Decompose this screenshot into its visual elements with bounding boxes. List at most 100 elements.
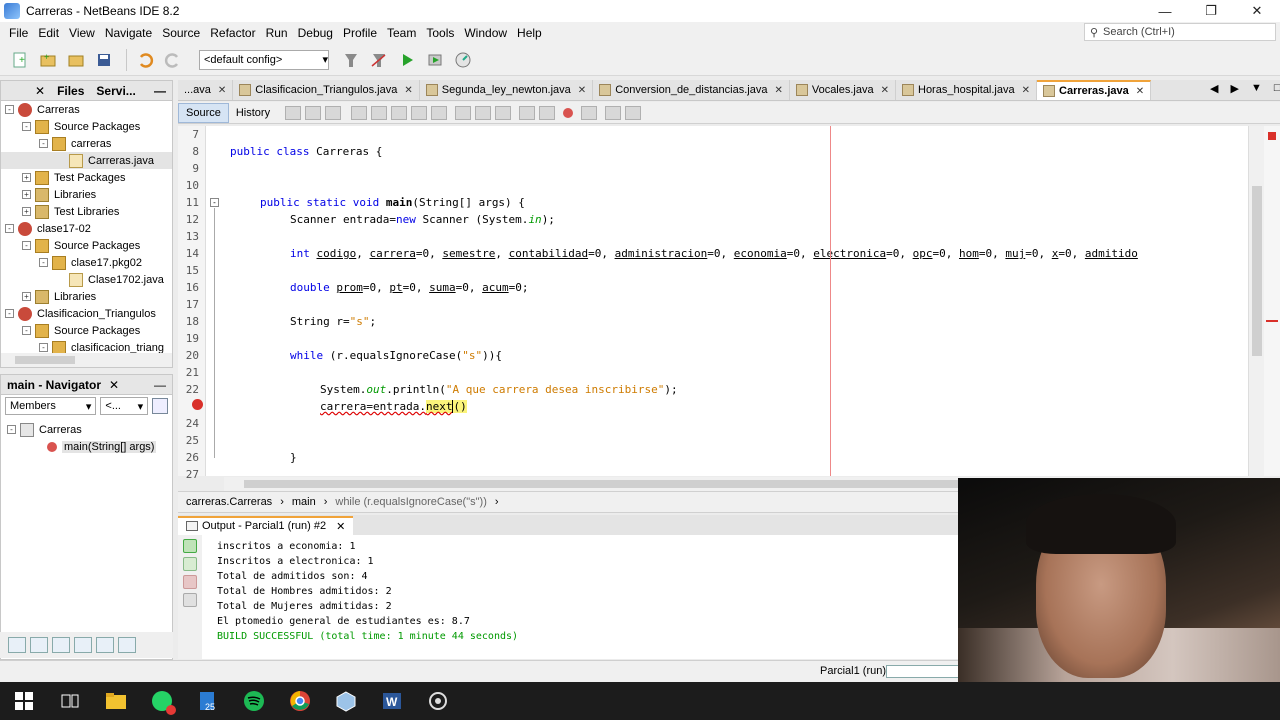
- editor-vertical-scrollbar[interactable]: [1248, 126, 1264, 476]
- redo-icon[interactable]: [161, 48, 185, 72]
- menu-view[interactable]: View: [64, 26, 100, 40]
- filter-static-icon[interactable]: [30, 637, 48, 653]
- filter-inherited-icon[interactable]: [74, 637, 92, 653]
- close-output-icon[interactable]: ✕: [336, 520, 345, 533]
- collapse-icon[interactable]: -: [39, 139, 48, 148]
- navigator-row-method[interactable]: main(String[] args): [1, 438, 172, 455]
- error-badge-icon[interactable]: [192, 399, 203, 410]
- close-tab-icon[interactable]: ✕: [881, 85, 889, 96]
- whatsapp-icon[interactable]: [146, 685, 178, 717]
- netbeans-taskbar-icon[interactable]: [330, 685, 362, 717]
- tab-files[interactable]: Files: [51, 84, 90, 98]
- breadcrumb-method[interactable]: main: [292, 496, 316, 508]
- breadcrumb-class[interactable]: carreras.Carreras: [186, 496, 272, 508]
- menu-edit[interactable]: Edit: [33, 26, 64, 40]
- minimize-navigator-icon[interactable]: —: [154, 378, 166, 392]
- editor-tab[interactable]: Conversion_de_distancias.java ✕: [593, 80, 790, 100]
- uncomment-icon[interactable]: [625, 105, 642, 120]
- project-tree-item[interactable]: + Test Packages: [1, 169, 172, 186]
- menu-team[interactable]: Team: [382, 26, 421, 40]
- editor-scroll-thumb[interactable]: [1252, 186, 1262, 356]
- project-tree-item[interactable]: - Source Packages: [1, 118, 172, 135]
- minimize-icon[interactable]: —: [1142, 0, 1188, 22]
- previous-bookmark-icon[interactable]: [455, 105, 472, 120]
- tree-horizontal-scrollbar[interactable]: [1, 353, 172, 367]
- calendar-icon[interactable]: 25: [192, 685, 224, 717]
- find-icon[interactable]: [351, 105, 368, 120]
- word-icon[interactable]: W: [376, 685, 408, 717]
- hierarchy-icon[interactable]: [152, 398, 168, 414]
- navigator-row-class[interactable]: - Carreras: [1, 421, 172, 438]
- output-settings-icon[interactable]: [183, 593, 197, 607]
- project-tree-item[interactable]: - Source Packages: [1, 237, 172, 254]
- file-explorer-icon[interactable]: [100, 685, 132, 717]
- new-project-icon[interactable]: +: [36, 48, 60, 72]
- settings-app-icon[interactable]: [422, 685, 454, 717]
- close-tab-icon[interactable]: ✕: [578, 85, 586, 96]
- menu-tools[interactable]: Tools: [421, 26, 459, 40]
- close-tab-icon[interactable]: ✕: [1022, 85, 1030, 96]
- output-tab[interactable]: Output - Parcial1 (run) #2 ✕: [178, 515, 354, 535]
- menu-file[interactable]: File: [4, 26, 33, 40]
- filter-inner-icon[interactable]: [96, 637, 114, 653]
- menu-source[interactable]: Source: [157, 26, 205, 40]
- build-icon[interactable]: [339, 48, 363, 72]
- search-input[interactable]: ⚲ Search (Ctrl+I): [1084, 23, 1276, 41]
- tab-left-icon[interactable]: ◀: [1210, 82, 1218, 95]
- back-icon[interactable]: [305, 105, 322, 120]
- expand-icon[interactable]: +: [22, 173, 31, 182]
- collapse-icon[interactable]: -: [22, 122, 31, 131]
- menu-run[interactable]: Run: [261, 26, 293, 40]
- tree-scroll-thumb[interactable]: [15, 356, 75, 364]
- save-all-icon[interactable]: [92, 48, 116, 72]
- editor-tab[interactable]: Vocales.java ✕: [790, 80, 896, 100]
- project-tree-item[interactable]: - clase17-02: [1, 220, 172, 237]
- filter-fields-icon[interactable]: [8, 637, 26, 653]
- start-button[interactable]: [8, 685, 40, 717]
- menu-debug[interactable]: Debug: [293, 26, 338, 40]
- project-tree-item[interactable]: Clase1702.java: [1, 271, 172, 288]
- menu-help[interactable]: Help: [512, 26, 547, 40]
- forward-icon[interactable]: [325, 105, 342, 120]
- restore-icon[interactable]: ❐: [1188, 0, 1234, 22]
- project-tree-item[interactable]: - Clasificacion_Triangulos: [1, 305, 172, 322]
- menu-profile[interactable]: Profile: [338, 26, 382, 40]
- shift-left-icon[interactable]: [519, 105, 536, 120]
- rerun-icon[interactable]: [183, 539, 197, 553]
- output-console[interactable]: inscritos a economia: 1 Inscritos a elect…: [202, 535, 958, 659]
- filter-sort-icon[interactable]: [118, 637, 136, 653]
- editor-tab[interactable]: Carreras.java ✕: [1037, 80, 1152, 100]
- project-tree-item[interactable]: - clase17.pkg02: [1, 254, 172, 271]
- toggle-rect-selection-icon[interactable]: [431, 105, 448, 120]
- collapse-icon[interactable]: -: [5, 105, 14, 114]
- expand-icon[interactable]: +: [22, 207, 31, 216]
- stop-macro-icon[interactable]: [581, 105, 598, 120]
- config-select[interactable]: <default config> ▾: [199, 49, 329, 70]
- expand-icon[interactable]: +: [22, 292, 31, 301]
- stop-icon[interactable]: [183, 575, 197, 589]
- project-tree-item[interactable]: - Source Packages: [1, 322, 172, 339]
- collapse-icon[interactable]: -: [39, 343, 48, 352]
- project-tree-item[interactable]: + Libraries: [1, 186, 172, 203]
- editor-tab[interactable]: ...ava ✕: [178, 80, 234, 100]
- project-tree-item[interactable]: + Test Libraries: [1, 203, 172, 220]
- editor-tab[interactable]: Horas_hospital.java ✕: [896, 80, 1038, 100]
- expand-icon[interactable]: +: [22, 190, 31, 199]
- project-tree-item[interactable]: + Libraries: [1, 288, 172, 305]
- next-bookmark-icon[interactable]: [475, 105, 492, 120]
- shift-right-icon[interactable]: [539, 105, 556, 120]
- last-edit-icon[interactable]: [285, 105, 302, 120]
- rerun-different-icon[interactable]: [183, 557, 197, 571]
- collapse-icon[interactable]: -: [5, 309, 14, 318]
- close-projects-icon[interactable]: ✕: [29, 84, 51, 98]
- close-tab-icon[interactable]: ✕: [774, 85, 782, 96]
- close-tab-icon[interactable]: ✕: [404, 85, 412, 96]
- profile-icon[interactable]: [451, 48, 475, 72]
- open-project-icon[interactable]: [64, 48, 88, 72]
- collapse-icon[interactable]: -: [22, 326, 31, 335]
- scope-select[interactable]: <... ▾: [100, 397, 149, 415]
- collapse-icon[interactable]: -: [5, 224, 14, 233]
- toggle-bookmark-icon[interactable]: [495, 105, 512, 120]
- breadcrumb-while[interactable]: while (r.equalsIgnoreCase("s")): [335, 496, 486, 508]
- find-next-icon[interactable]: [391, 105, 408, 120]
